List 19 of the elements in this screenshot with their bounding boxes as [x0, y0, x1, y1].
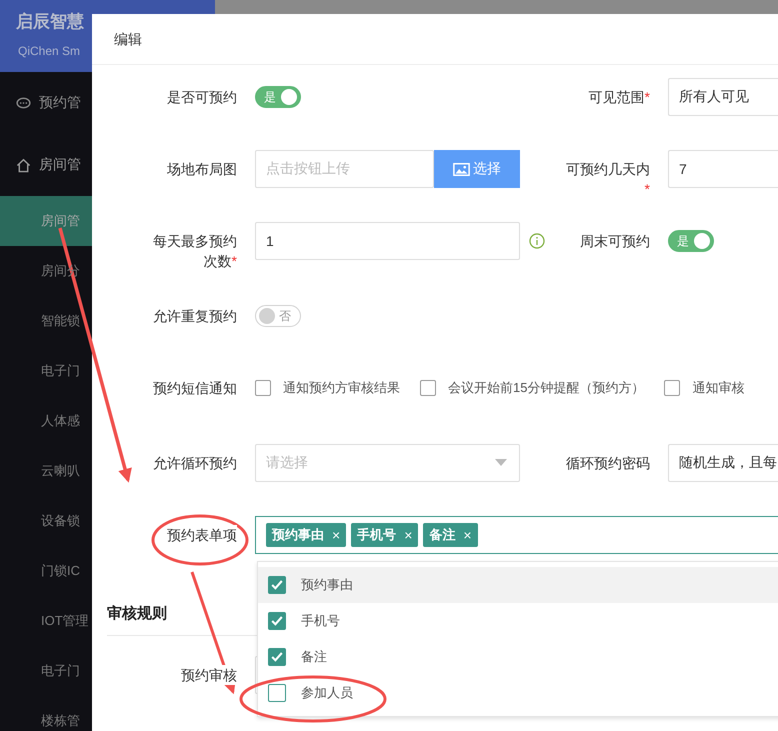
checkbox-label: 通知预约方审核结果 — [283, 379, 400, 397]
tag: 备注 × — [423, 523, 478, 547]
brand-title: 启辰智慧 — [16, 11, 85, 33]
section-title: 审核规则 — [107, 605, 167, 622]
field-label: 预约短信通知 — [153, 378, 237, 398]
checkbox-label: 通知审核 — [692, 379, 744, 397]
field-label: 预约审核 — [181, 665, 237, 685]
tag: 预约事由 × — [266, 523, 346, 547]
field-label: 循环预约密码 — [566, 453, 650, 473]
field-label: 允许重复预约 — [153, 306, 237, 326]
tag: 手机号 × — [351, 523, 418, 547]
field-label: 预约表单项 — [167, 525, 237, 545]
option-label: 备注 — [301, 648, 327, 666]
checkbox-label: 会议开始前15分钟提醒（预约方） — [448, 379, 644, 397]
option-label: 手机号 — [301, 612, 340, 630]
dialog-title: 编辑 — [114, 31, 142, 47]
brand-subtitle: QiChen Sm — [18, 44, 82, 58]
option-label: 预约事由 — [301, 576, 353, 594]
option-label: 参加人员 — [301, 684, 353, 702]
